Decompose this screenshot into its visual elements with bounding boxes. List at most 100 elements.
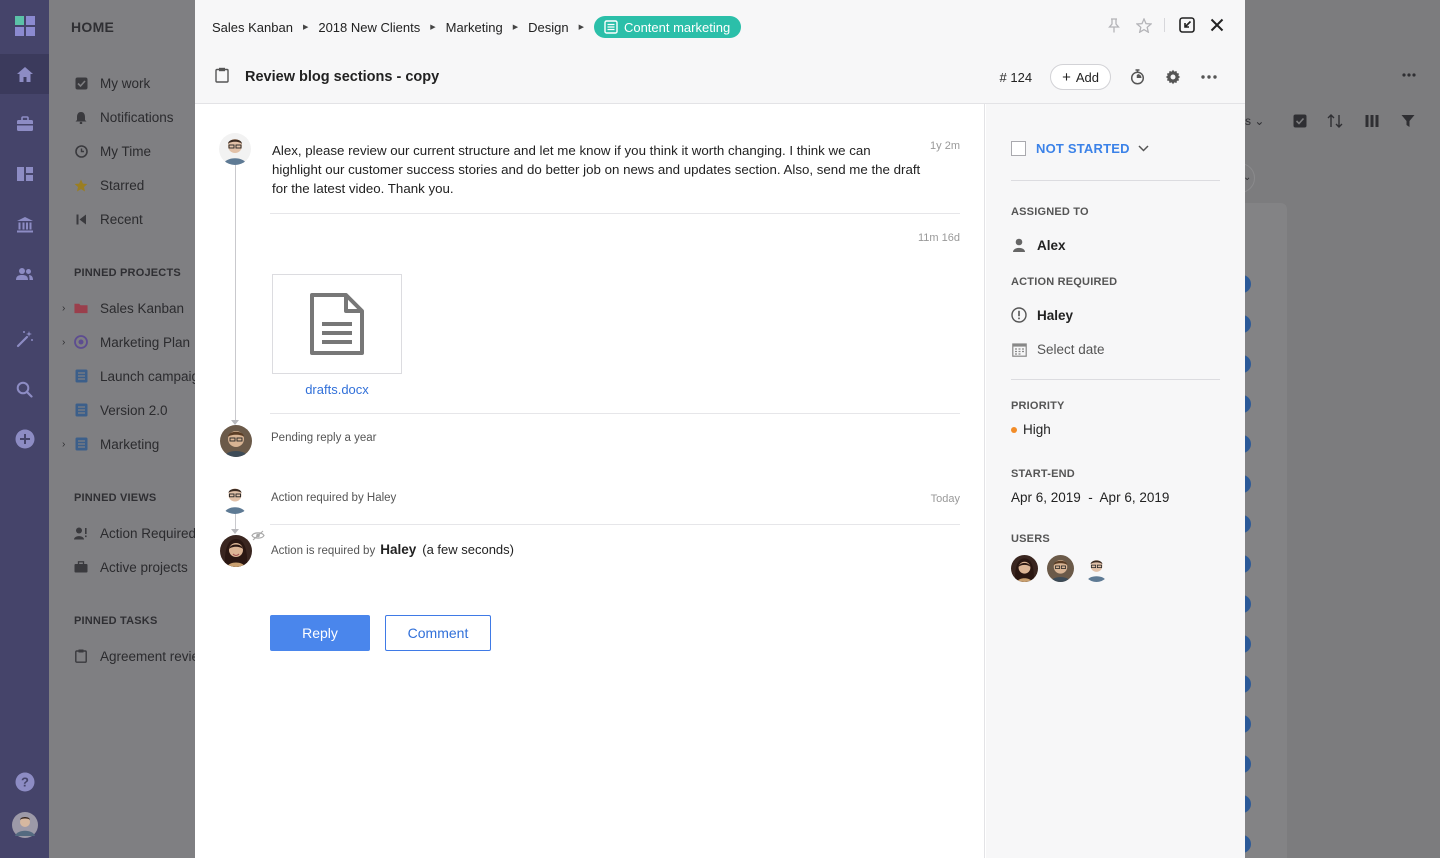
status-checkbox[interactable] (1011, 140, 1026, 156)
svg-text:?: ? (21, 775, 29, 790)
background-card (1245, 203, 1287, 858)
briefcase-icon (74, 560, 88, 574)
action-required-line: Action is required by Haley (a few secon… (271, 542, 514, 557)
target-icon (74, 335, 88, 349)
sidebar-project-version-2[interactable]: Version 2.0 (74, 400, 168, 420)
action-required-row[interactable]: Haley (1011, 305, 1073, 325)
priority-value[interactable]: High (1011, 422, 1051, 437)
more-icon[interactable] (1199, 67, 1219, 87)
document-icon (310, 293, 364, 355)
avatar[interactable] (220, 425, 252, 457)
avatar[interactable] (219, 133, 251, 165)
priority-label: PRIORITY (1011, 400, 1065, 412)
avatar[interactable] (219, 482, 251, 514)
timer-icon[interactable] (1127, 67, 1147, 87)
sidebar-item-notifications[interactable]: Notifications (74, 107, 174, 127)
magic-wand-icon[interactable] (0, 319, 49, 359)
sidebar-item-label: Starred (100, 177, 145, 193)
plus-icon: + (1062, 68, 1071, 86)
sidebar-item-starred[interactable]: Starred (74, 175, 144, 195)
task-title[interactable]: Review blog sections - copy (245, 69, 439, 85)
sidebar-item-label: Recent (100, 211, 143, 227)
header-actions (1096, 13, 1229, 37)
breadcrumb-item[interactable]: 2018 New Clients (318, 20, 420, 35)
assignee-name: Alex (1037, 237, 1066, 253)
bell-icon (74, 110, 88, 124)
sidebar-project-marketing[interactable]: › Marketing (62, 434, 159, 454)
breadcrumb-item[interactable]: Design (528, 20, 568, 35)
sidebar-item-label: My Time (100, 143, 152, 159)
attachment-thumbnail[interactable] (272, 274, 402, 374)
avatar[interactable] (220, 535, 252, 567)
expand-caret-icon[interactable]: › (62, 337, 65, 348)
bank-icon[interactable] (0, 204, 49, 244)
select-date-row[interactable]: Select date (1011, 339, 1105, 359)
task-details-panel: NOT STARTED ASSIGNED TO Alex ACTION REQU… (986, 104, 1245, 858)
sidebar-item-my-time[interactable]: My Time (74, 141, 151, 161)
close-icon[interactable] (1205, 13, 1229, 37)
select-date-label: Select date (1037, 341, 1105, 357)
sidebar-item-label: Version 2.0 (100, 402, 168, 418)
home-icon[interactable] (0, 54, 49, 94)
sidebar-item-my-work[interactable]: My work (74, 73, 150, 93)
comment-button[interactable]: Comment (385, 615, 491, 651)
sidebar-item-label: Notifications (100, 109, 174, 125)
briefcase-icon[interactable] (0, 104, 49, 144)
expand-caret-icon[interactable]: › (62, 303, 65, 314)
eye-icon (251, 528, 265, 546)
breadcrumb-separator-icon: ▶ (430, 24, 436, 31)
search-icon[interactable] (0, 369, 49, 409)
pinned-views-title: PINNED VIEWS (74, 492, 157, 504)
sidebar-project-launch-campaign[interactable]: Launch campaign (74, 366, 195, 386)
avatar[interactable] (1083, 555, 1110, 582)
avatar[interactable] (1047, 555, 1074, 582)
avatar[interactable] (1011, 555, 1038, 582)
action-required-user[interactable]: Haley (380, 542, 416, 557)
star-icon[interactable] (1132, 13, 1156, 37)
action-required-ago: (a few seconds) (422, 542, 514, 557)
star-icon (74, 178, 88, 192)
task-number: # 124 (999, 69, 1033, 85)
action-required-label: ACTION REQUIRED (1011, 276, 1118, 288)
sidebar-view-action-required[interactable]: Action Required (74, 523, 195, 543)
user-avatar[interactable] (0, 805, 49, 845)
breadcrumb: Sales Kanban ▶ 2018 New Clients ▶ Market… (212, 16, 742, 38)
dashboard-icon[interactable] (0, 154, 49, 194)
assignee-row[interactable]: Alex (1011, 235, 1066, 255)
sidebar-project-sales-kanban[interactable]: › Sales Kanban (62, 298, 184, 318)
sidebar-task-agreement-review[interactable]: Agreement review (74, 646, 195, 666)
start-end-dates[interactable]: Apr 6, 2019 - Apr 6, 2019 (1011, 490, 1169, 505)
action-required-prefix: Action is required by (271, 545, 376, 557)
breadcrumb-item[interactable]: Sales Kanban (212, 20, 293, 35)
more-icon (1402, 64, 1416, 82)
sidebar-item-recent[interactable]: Recent (74, 209, 143, 229)
pin-icon[interactable] (1102, 13, 1126, 37)
priority-dot (1011, 426, 1017, 433)
list-icon (74, 437, 88, 451)
status-selector[interactable]: NOT STARTED (1011, 139, 1149, 157)
minimize-window-icon[interactable] (1175, 13, 1199, 37)
expand-caret-icon[interactable]: › (62, 439, 65, 450)
task-toolbar: # 124 + Add (1000, 64, 1219, 90)
background-page: s ⌄ ⌄ (1225, 0, 1440, 858)
start-end-label: START-END (1011, 468, 1075, 480)
sidebar-view-active-projects[interactable]: Active projects (74, 557, 188, 577)
reply-button[interactable]: Reply (270, 615, 370, 651)
breadcrumb-current-project[interactable]: Content marketing (593, 16, 742, 38)
add-circle-icon[interactable] (0, 419, 49, 459)
add-button[interactable]: + Add (1050, 64, 1111, 90)
sidebar-project-marketing-plan[interactable]: › Marketing Plan (62, 332, 190, 352)
breadcrumb-separator-icon: ▶ (512, 24, 519, 31)
attachment-timestamp: 11m 16d (918, 232, 960, 244)
gear-icon[interactable] (1163, 67, 1183, 87)
pinned-projects-title: PINNED PROJECTS (74, 267, 181, 279)
clock-icon (74, 144, 88, 158)
users-list (1011, 555, 1119, 582)
breadcrumb-item[interactable]: Marketing (446, 20, 503, 35)
pinned-tasks-title: PINNED TASKS (74, 615, 158, 627)
team-icon[interactable] (0, 254, 49, 294)
attachment-link[interactable]: drafts.docx (272, 382, 402, 397)
app-logo-icon[interactable] (0, 6, 49, 46)
filter-icon (1401, 114, 1415, 133)
help-icon[interactable]: ? (0, 762, 49, 802)
